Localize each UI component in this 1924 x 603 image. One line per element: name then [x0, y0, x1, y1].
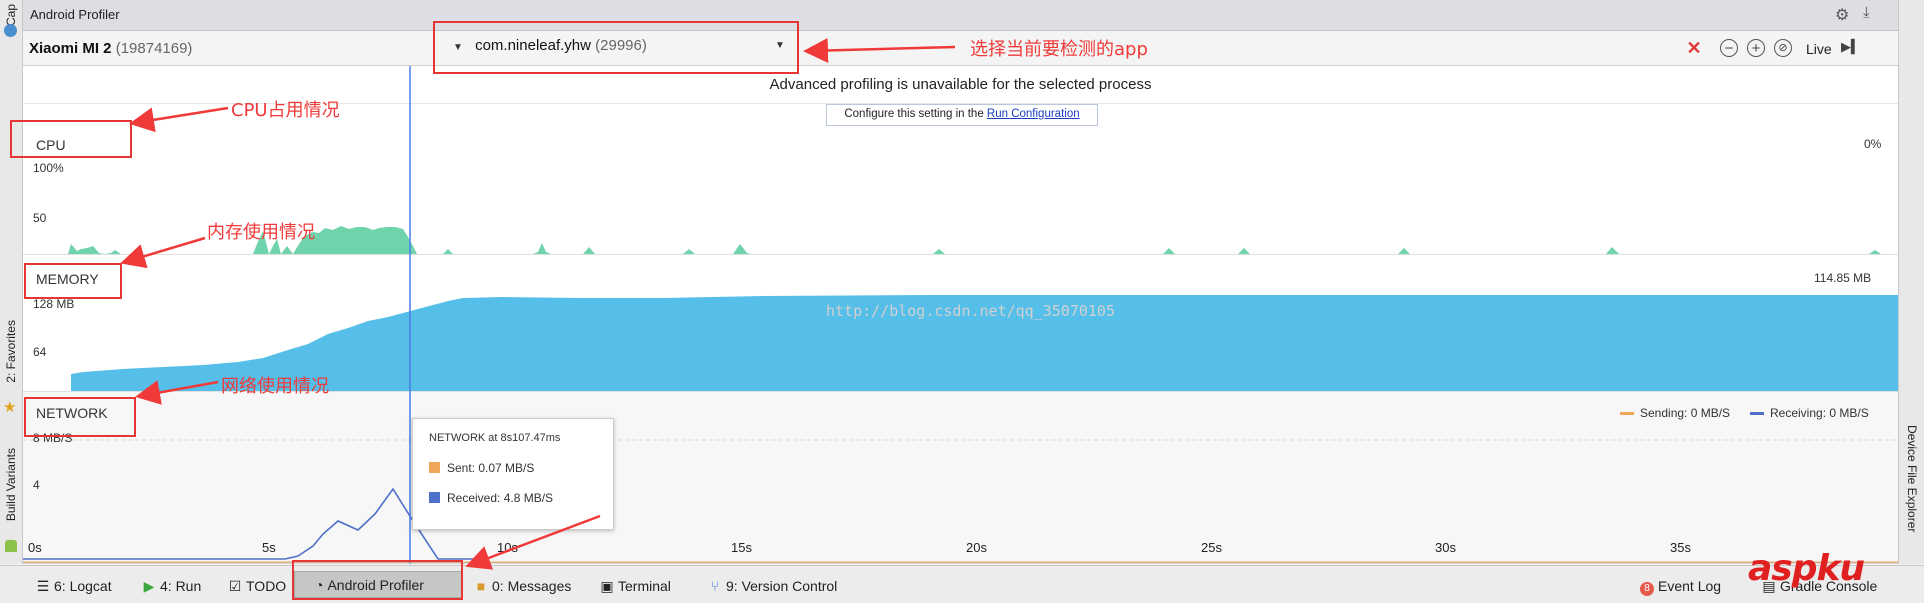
- window-title: Android Profiler: [30, 7, 120, 22]
- cpu-highlight-box: [10, 120, 132, 158]
- right-tool-strip: Device File Explorer: [1898, 0, 1924, 564]
- network-background: [23, 391, 1898, 564]
- todo-icon: ☑: [228, 578, 242, 594]
- tooltip-sent: Sent: 0.07 MB/S: [447, 461, 535, 475]
- time-tick: 10s: [497, 540, 518, 555]
- sent-color-icon: [429, 462, 440, 473]
- process-highlight-box: [433, 21, 799, 74]
- zoom-out-icon[interactable]: −: [1720, 39, 1738, 57]
- cpu-tick-mid: 50: [33, 211, 47, 225]
- live-play-icon[interactable]: ▶▍: [1841, 39, 1861, 55]
- messages-icon: ■: [476, 578, 486, 594]
- profiler-highlight-box: [292, 560, 463, 600]
- live-label[interactable]: Live: [1806, 41, 1832, 57]
- time-tick: 0s: [28, 540, 42, 555]
- logcat-icon: ☰: [36, 578, 50, 594]
- logcat-tab[interactable]: ☰ 6: Logcat: [36, 578, 112, 595]
- cpu-divider: [23, 254, 1898, 255]
- device-name: Xiaomi MI 2: [29, 40, 112, 57]
- version-control-tab[interactable]: ⑂ 9: Version Control: [708, 578, 838, 594]
- terminal-tab[interactable]: ▣ Terminal: [600, 578, 671, 595]
- memory-highlight-box: [24, 263, 122, 299]
- legend-sending: Sending: 0 MB/S: [1620, 406, 1730, 420]
- device-toolbar: Xiaomi MI 2 (19874169) ▼ com.nineleaf.yh…: [23, 31, 1898, 66]
- memory-tick-top: 128 MB: [33, 297, 75, 311]
- bottom-tool-bar: ☰ 6: Logcat ▶ 4: Run ☑ TODO ■ 0: Messages ▣ T…: [0, 565, 1924, 603]
- todo-tab[interactable]: ☑ TODO: [228, 578, 286, 595]
- device-selector[interactable]: Xiaomi MI 2 (19874169): [29, 40, 192, 57]
- memory-tick-mid: 64: [33, 345, 47, 359]
- time-tick: 5s: [262, 540, 276, 555]
- profiler-title-bar: Android Profiler ⚙ ⤓: [23, 0, 1898, 31]
- time-tick: 20s: [966, 540, 987, 555]
- annotation-select-app: 选择当前要检测的app: [970, 39, 1148, 60]
- legend-receiving: Receiving: 0 MB/S: [1750, 406, 1869, 420]
- star-icon: ★: [3, 399, 17, 416]
- android-icon: [5, 540, 17, 552]
- run-tab[interactable]: ▶ 4: Run: [142, 578, 202, 595]
- network-tooltip: NETWORK at 8s107.47ms Sent: 0.07 MB/S Re…: [412, 418, 614, 530]
- branch-icon: ⑂: [710, 578, 720, 594]
- tooltip-sent-row: Sent: 0.07 MB/S: [429, 461, 534, 475]
- aspku-logo: aspku: [1748, 548, 1865, 589]
- captures-tab[interactable]: Cap: [4, 4, 18, 26]
- favorites-tab[interactable]: 2: Favorites: [4, 320, 18, 383]
- time-tick: 30s: [1435, 540, 1456, 555]
- event-log-badge: 8: [1640, 582, 1654, 596]
- receiving-swatch-icon: [1750, 412, 1764, 416]
- left-tool-strip: Cap 2: Favorites ★ Build Variants: [0, 0, 23, 564]
- time-tick: 35s: [1670, 540, 1691, 555]
- cpu-area: [68, 226, 1881, 254]
- reset-zoom-icon[interactable]: ⊘: [1774, 39, 1792, 57]
- legend-receiving-text: Receiving: 0 MB/S: [1770, 406, 1869, 420]
- messages-tab[interactable]: ■ 0: Messages: [474, 578, 572, 594]
- tooltip-received: Received: 4.8 MB/S: [447, 491, 554, 505]
- cpu-tick-top: 100%: [33, 161, 64, 175]
- gear-icon[interactable]: ⚙: [1835, 5, 1849, 25]
- build-variants-tab[interactable]: Build Variants: [4, 448, 18, 521]
- time-tick: 15s: [731, 540, 752, 555]
- profiler-monitors: Advanced profiling is unavailable for th…: [23, 66, 1898, 564]
- annotation-network-usage: 网络使用情况: [221, 376, 329, 397]
- hide-icon[interactable]: ⤓: [1863, 4, 1870, 21]
- cpu-current-value: 0%: [1864, 137, 1882, 151]
- annotation-cpu-usage: CPU占用情况: [231, 100, 340, 121]
- captures-icon: [4, 24, 17, 37]
- tooltip-header: NETWORK at 8s107.47ms: [429, 432, 561, 444]
- close-icon[interactable]: ✕: [1683, 37, 1705, 59]
- run-icon: ▶: [143, 578, 155, 594]
- tooltip-received-row: Received: 4.8 MB/S: [429, 491, 553, 505]
- event-log-tab[interactable]: 8 Event Log: [1640, 578, 1721, 596]
- received-color-icon: [429, 492, 440, 503]
- device-serial: (19874169): [115, 40, 193, 57]
- network-tick-mid: 4: [33, 478, 40, 492]
- annotation-memory-usage: 内存使用情况: [207, 222, 315, 243]
- zoom-in-icon[interactable]: +: [1747, 39, 1765, 57]
- watermark-url: http://blog.csdn.net/qq_35070105: [826, 302, 1115, 320]
- network-highlight-box: [24, 397, 136, 437]
- device-file-explorer-tab[interactable]: Device File Explorer: [1905, 425, 1919, 532]
- terminal-icon: ▣: [600, 578, 614, 594]
- legend-sending-text: Sending: 0 MB/S: [1640, 406, 1731, 420]
- sending-swatch-icon: [1620, 412, 1634, 416]
- time-tick: 25s: [1201, 540, 1222, 555]
- memory-current-value: 114.85 MB: [1814, 271, 1872, 285]
